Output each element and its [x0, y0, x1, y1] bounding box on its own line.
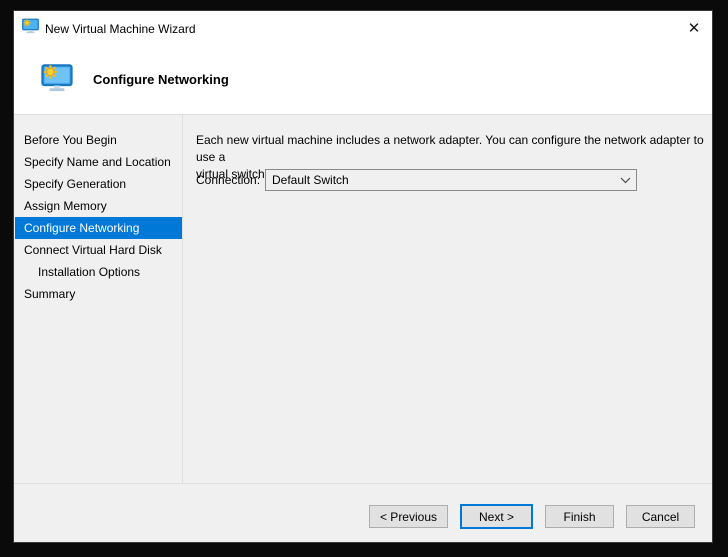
window-title: New Virtual Machine Wizard [45, 22, 196, 36]
vm-monitor-icon [22, 18, 39, 34]
sidebar-item-specify-generation[interactable]: Specify Generation [15, 173, 182, 195]
desktop-background: { "window": { "title": "New Virtual Mach… [0, 0, 728, 557]
connection-dropdown[interactable]: Default Switch [265, 169, 637, 191]
sidebar-item-specify-name-and-location[interactable]: Specify Name and Location [15, 151, 182, 173]
cancel-button[interactable]: Cancel [626, 505, 695, 528]
chevron-down-icon [614, 177, 636, 184]
sidebar-item-summary[interactable]: Summary [15, 283, 182, 305]
close-icon[interactable]: ✕ [683, 17, 705, 39]
sidebar-item-installation-options[interactable]: Installation Options [15, 261, 182, 283]
sidebar-item-before-you-begin[interactable]: Before You Begin [15, 129, 182, 151]
page-title: Configure Networking [93, 72, 229, 87]
next-button[interactable]: Next > [460, 504, 533, 529]
page-description-line1: Each new virtual machine includes a netw… [196, 132, 712, 166]
footer-divider [14, 483, 712, 484]
footer-button-row: < Previous Next > Finish Cancel [369, 505, 695, 529]
sidebar-item-configure-networking[interactable]: Configure Networking [15, 217, 182, 239]
connection-dropdown-value: Default Switch [266, 173, 614, 187]
connection-label: Connection: [196, 173, 260, 187]
wizard-page-icon [40, 64, 74, 92]
new-vm-wizard-dialog: New Virtual Machine Wizard ✕ Configure N… [13, 10, 713, 543]
sidebar-item-assign-memory[interactable]: Assign Memory [15, 195, 182, 217]
wizard-steps-sidebar: Before You Begin Specify Name and Locati… [15, 129, 182, 305]
previous-button[interactable]: < Previous [369, 505, 448, 528]
finish-button[interactable]: Finish [545, 505, 614, 528]
sidebar-divider [182, 115, 183, 483]
sidebar-item-connect-virtual-hard-disk[interactable]: Connect Virtual Hard Disk [15, 239, 182, 261]
